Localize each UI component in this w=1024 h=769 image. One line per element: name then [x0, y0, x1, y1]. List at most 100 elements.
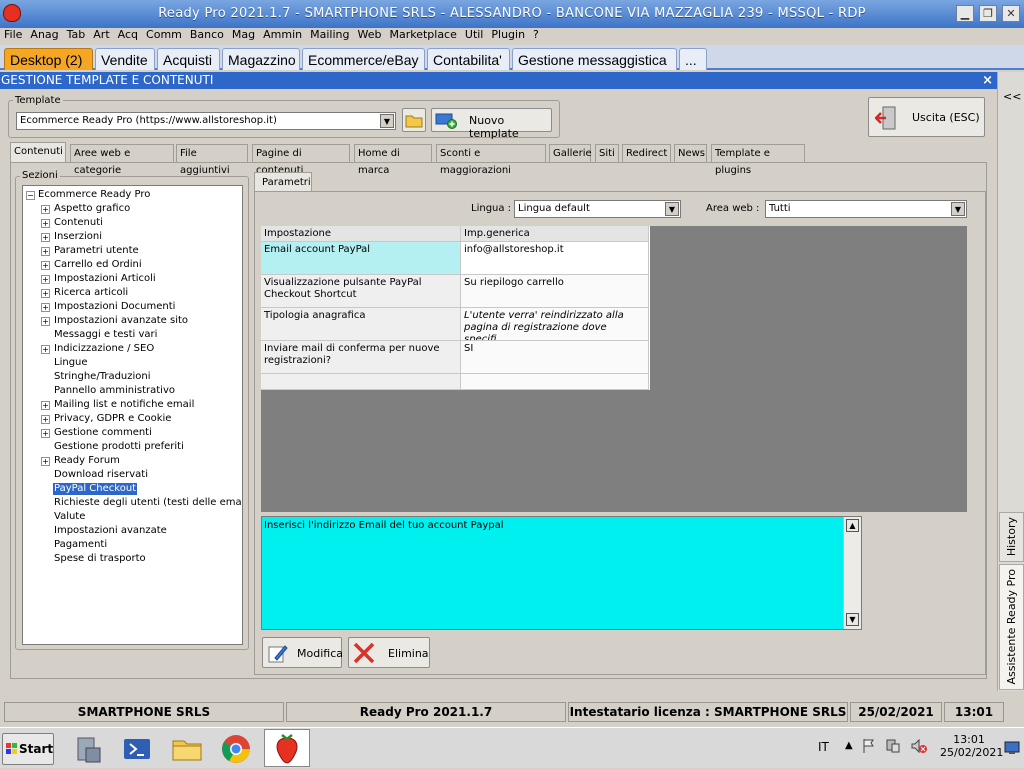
- menu-ammin[interactable]: Ammin: [259, 28, 306, 42]
- tab-siti[interactable]: Siti: [595, 144, 619, 162]
- tree-item[interactable]: Impostazioni avanzate: [54, 525, 167, 537]
- menu-mailing[interactable]: Mailing: [306, 28, 353, 42]
- menu-file[interactable]: File: [0, 28, 26, 42]
- menu-web[interactable]: Web: [353, 28, 385, 42]
- expand-plus-icon[interactable]: +: [41, 205, 50, 214]
- expand-plus-icon[interactable]: +: [41, 233, 50, 242]
- grid-row-value[interactable]: L'utente verra' reindirizzato alla pagin…: [461, 308, 649, 341]
- expand-plus-icon[interactable]: +: [41, 317, 50, 326]
- tree-item[interactable]: Carrello ed Ordini: [54, 259, 142, 271]
- tab-contenuti[interactable]: Contenuti: [10, 142, 66, 163]
- chevron-down-icon[interactable]: ▼: [665, 202, 679, 216]
- network-icon[interactable]: [885, 738, 901, 757]
- menu-art[interactable]: Art: [89, 28, 113, 42]
- tree-item[interactable]: Spese di trasporto: [54, 553, 146, 565]
- chevron-down-icon[interactable]: ▼: [951, 202, 965, 216]
- tree-item[interactable]: Impostazioni avanzate sito: [54, 315, 188, 327]
- grid-row-value[interactable]: SI: [461, 341, 649, 374]
- tree-item[interactable]: Richieste degli utenti (testi delle emai…: [54, 497, 242, 509]
- menu-anag[interactable]: Anag: [26, 28, 62, 42]
- tree-root[interactable]: Ecommerce Ready Pro: [38, 189, 150, 201]
- taskbar-clock[interactable]: 13:01 25/02/2021: [940, 733, 1003, 759]
- tab-ecommerce[interactable]: Ecommerce/eBay: [302, 48, 425, 70]
- tab-messaggistica[interactable]: Gestione messaggistica: [512, 48, 677, 70]
- grid-row-value[interactable]: info@allstoreshop.it: [461, 242, 649, 275]
- tree-item[interactable]: Indicizzazione / SEO: [54, 343, 154, 355]
- expand-plus-icon[interactable]: +: [41, 261, 50, 270]
- grid-row-setting[interactable]: Tipologia anagrafica: [261, 308, 461, 341]
- scroll-down-icon[interactable]: ▼: [846, 613, 859, 626]
- tree-item[interactable]: Gestione commenti: [54, 427, 152, 439]
- grid-row-setting[interactable]: Visualizzazione pulsante PayPal Checkout…: [261, 275, 461, 308]
- menu-acq[interactable]: Acq: [114, 28, 142, 42]
- tree-item[interactable]: Impostazioni Articoli: [54, 273, 156, 285]
- readypro-taskbar-icon[interactable]: [264, 729, 310, 767]
- menu-tab[interactable]: Tab: [63, 28, 90, 42]
- expand-plus-icon[interactable]: +: [41, 303, 50, 312]
- tab-sconti[interactable]: Sconti e maggiorazioni: [436, 144, 546, 176]
- flag-icon[interactable]: [862, 738, 876, 757]
- grid-row-value[interactable]: Su riepilogo carrello: [461, 275, 649, 308]
- tray-expand-icon[interactable]: ▲: [845, 740, 853, 751]
- tab-pagine-contenuti[interactable]: Pagine di contenuti: [252, 144, 350, 176]
- tree-item[interactable]: Parametri utente: [54, 245, 139, 257]
- tree-item[interactable]: Pannello amministrativo: [54, 385, 175, 397]
- tree-item[interactable]: Gestione prodotti preferiti: [54, 441, 184, 453]
- tree-item[interactable]: Valute: [54, 511, 85, 523]
- history-tab[interactable]: History: [999, 512, 1024, 562]
- expand-plus-icon[interactable]: +: [41, 457, 50, 466]
- expand-plus-icon[interactable]: +: [41, 345, 50, 354]
- tab-file-aggiuntivi[interactable]: File aggiuntivi: [176, 144, 248, 176]
- exit-button[interactable]: Uscita (ESC): [868, 97, 985, 137]
- tab-magazzino[interactable]: Magazzino: [222, 48, 300, 70]
- tree-item[interactable]: Messaggi e testi vari: [54, 329, 157, 341]
- modify-button[interactable]: Modifica: [262, 637, 343, 668]
- tab-desktop[interactable]: Desktop (2): [4, 48, 93, 70]
- server-manager-icon[interactable]: [72, 732, 106, 766]
- tree-item[interactable]: Pagamenti: [54, 539, 107, 551]
- menu-comm[interactable]: Comm: [142, 28, 186, 42]
- restore-button[interactable]: ❐: [979, 5, 997, 22]
- tab-vendite[interactable]: Vendite: [95, 48, 155, 70]
- close-section-icon[interactable]: ×: [982, 72, 993, 89]
- expand-plus-icon[interactable]: +: [41, 415, 50, 424]
- open-folder-button[interactable]: [402, 108, 426, 132]
- file-explorer-icon[interactable]: [170, 732, 204, 766]
- new-template-button[interactable]: Nuovo template: [431, 108, 552, 140]
- tree-item[interactable]: Contenuti: [54, 217, 103, 229]
- tab-contabilita[interactable]: Contabilita': [427, 48, 510, 70]
- tab-aree-web[interactable]: Aree web e categorie: [70, 144, 174, 176]
- tree-item[interactable]: Lingue: [54, 357, 88, 369]
- tab-parametri[interactable]: Parametri: [254, 172, 312, 192]
- minimize-button[interactable]: ▁: [956, 5, 974, 22]
- menu-mag[interactable]: Mag: [228, 28, 259, 42]
- tree-item[interactable]: Ricerca articoli: [54, 287, 128, 299]
- collapse-minus-icon[interactable]: −: [26, 191, 35, 200]
- grid-row-setting[interactable]: Inviare mail di conferma per nuove regis…: [261, 341, 461, 374]
- chrome-icon[interactable]: [219, 732, 253, 766]
- tree-item[interactable]: Impostazioni Documenti: [54, 301, 175, 313]
- tab-template-plugins[interactable]: Template e plugins: [711, 144, 805, 176]
- tab-redirect[interactable]: Redirect: [622, 144, 671, 162]
- keyboard-language[interactable]: IT: [818, 740, 829, 754]
- collapse-side-icon[interactable]: <<: [1003, 90, 1021, 103]
- grid-empty-row[interactable]: [461, 374, 649, 390]
- scroll-up-icon[interactable]: ▲: [846, 519, 859, 532]
- expand-plus-icon[interactable]: +: [41, 429, 50, 438]
- tree-item[interactable]: Ready Forum: [54, 455, 120, 467]
- tab-gallerie[interactable]: Gallerie: [549, 144, 592, 162]
- delete-button[interactable]: Elimina: [348, 637, 430, 668]
- powershell-icon[interactable]: [120, 732, 154, 766]
- tree-item[interactable]: Mailing list e notifiche email: [54, 399, 194, 411]
- description-scrollbar[interactable]: ▲ ▼: [843, 517, 861, 629]
- menu-marketplace[interactable]: Marketplace: [385, 28, 460, 42]
- tree-item[interactable]: Download riservati: [54, 469, 148, 481]
- menu-plugin[interactable]: Plugin: [487, 28, 529, 42]
- expand-plus-icon[interactable]: +: [41, 247, 50, 256]
- tab-home-marca[interactable]: Home di marca: [354, 144, 432, 176]
- menu-banco[interactable]: Banco: [186, 28, 228, 42]
- tree-item[interactable]: Privacy, GDPR e Cookie: [54, 413, 171, 425]
- expand-plus-icon[interactable]: +: [41, 401, 50, 410]
- start-button[interactable]: Start: [2, 733, 54, 765]
- assistant-tab[interactable]: Assistente Ready Pro: [999, 564, 1024, 690]
